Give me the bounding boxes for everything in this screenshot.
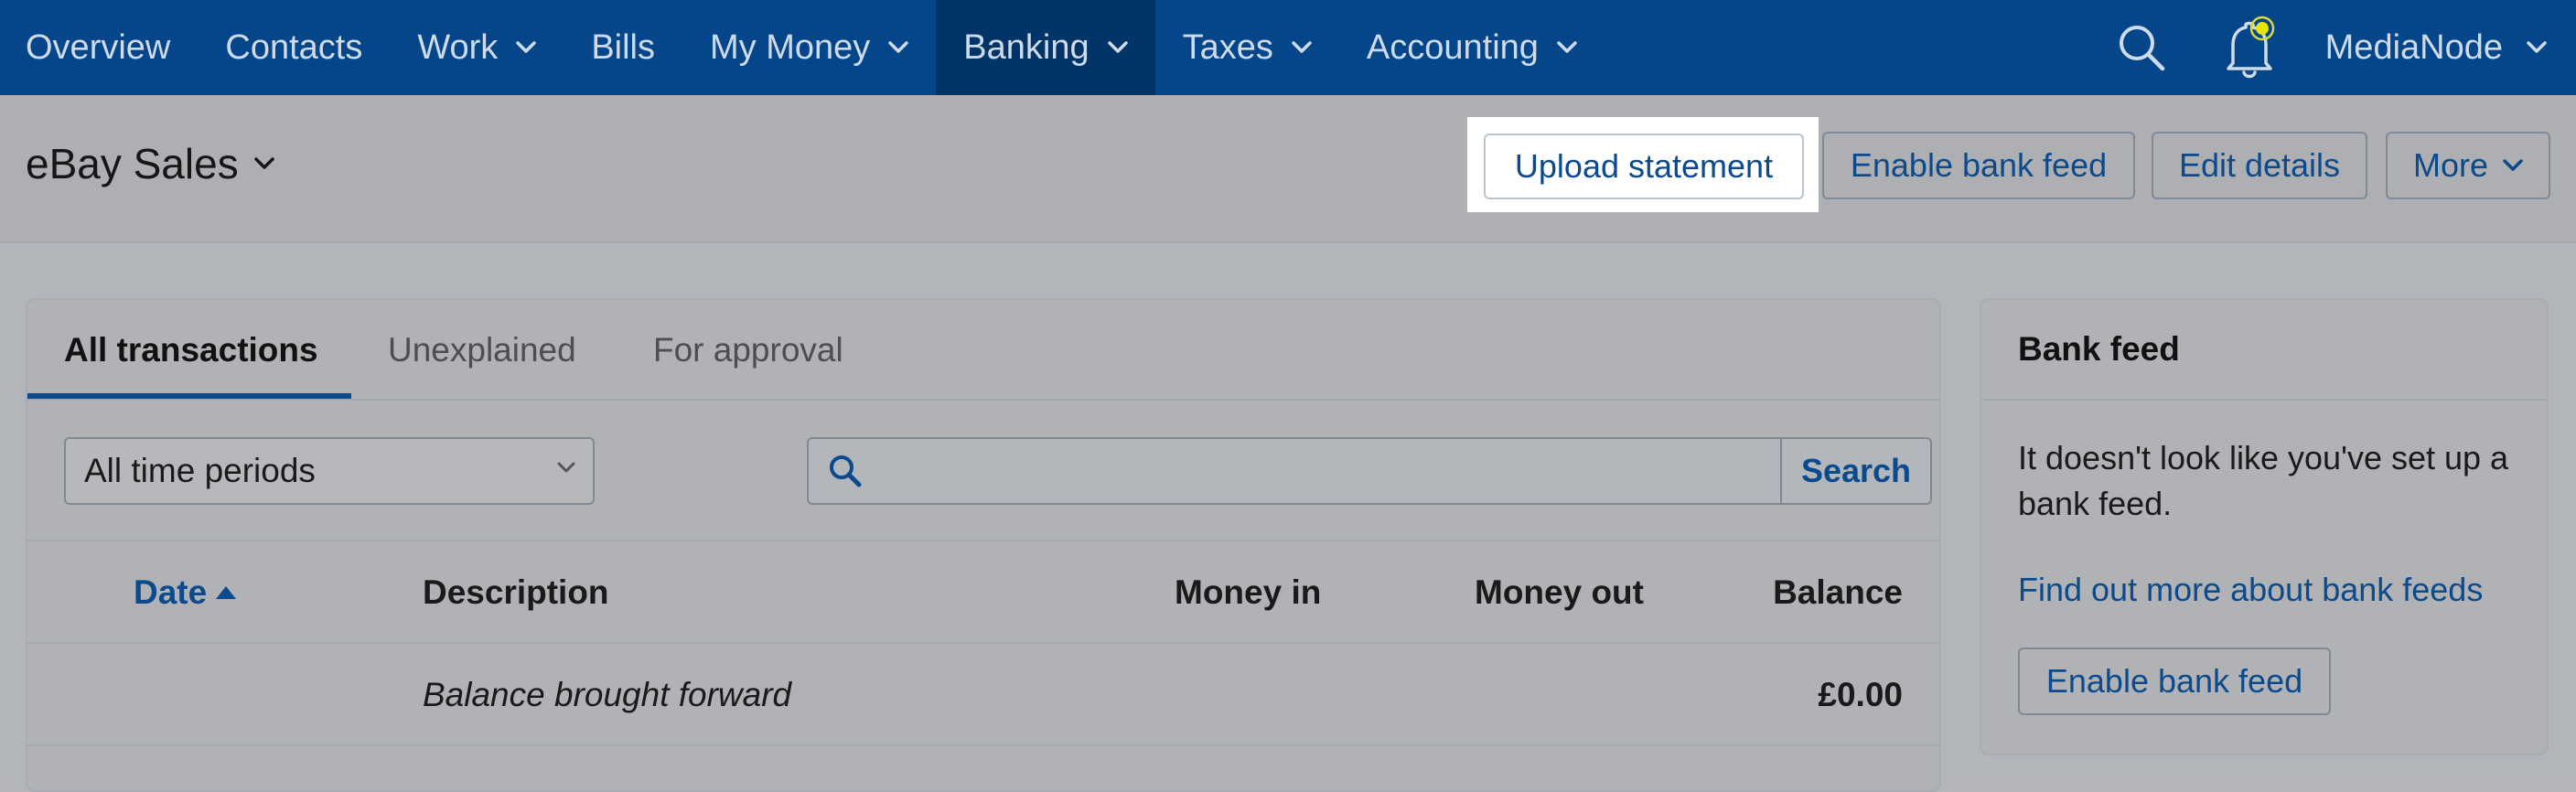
upload-statement-button[interactable]: Upload statement [1484,134,1804,199]
enable-bank-feed-card-button[interactable]: Enable bank feed [2018,648,2331,715]
chevron-down-icon [1292,41,1312,54]
chevron-down-icon [1107,41,1128,54]
tab-unexplained[interactable]: Unexplained [388,300,576,401]
bank-feed-info-link[interactable]: Find out more about bank feeds [2018,571,2483,609]
tab-all-transactions[interactable]: All transactions [64,300,318,401]
page-header: eBay Sales Upload statement Enable bank … [0,95,2576,243]
filter-bar: All time periods Search [27,401,1939,541]
enable-bank-feed-button[interactable]: Enable bank feed [1822,132,2135,199]
row-balance: £0.00 [1818,676,1903,713]
search-icon [809,439,882,503]
search-input[interactable] [882,439,1780,503]
nav-right-group: MediaNode [2111,0,2576,95]
transaction-tabs: All transactions Unexplained For approva… [27,300,1939,401]
nav-item-label: Accounting [1366,27,1539,67]
chevron-down-icon [516,41,537,54]
nav-item-overview[interactable]: Overview [0,0,198,95]
column-header-date[interactable]: Date [134,541,238,644]
table-header: Date Description Money in Money out Bala… [27,541,1939,644]
active-tab-indicator [27,393,351,399]
bank-feed-message: It doesn't look like you've set up a ban… [2018,439,2509,522]
bell-icon[interactable] [2217,0,2281,95]
chevron-down-icon [556,461,576,474]
nav-item-label: Bills [591,27,655,67]
nav-item-bills[interactable]: Bills [564,0,682,95]
chevron-down-icon [2527,41,2547,54]
chevron-down-icon [888,41,909,54]
column-header-money-out: Money out [1475,573,1644,611]
nav-item-label: Banking [963,27,1089,67]
edit-details-button[interactable]: Edit details [2152,132,2367,199]
nav-item-label: Taxes [1182,27,1273,67]
search-box: Search [807,437,1932,505]
nav-item-accounting[interactable]: Accounting [1339,0,1605,95]
user-name: MediaNode [2324,27,2503,67]
chevron-down-icon [2503,159,2523,172]
nav-item-taxes[interactable]: Taxes [1155,0,1339,95]
nav-item-my-money[interactable]: My Money [682,0,936,95]
nav-item-label: Overview [26,27,171,67]
row-description: Balance brought forward [423,676,792,713]
user-menu[interactable]: MediaNode [2325,28,2576,68]
nav-item-work[interactable]: Work [390,0,564,95]
chevron-down-icon [253,156,275,171]
bank-feed-title: Bank feed [1981,300,2547,401]
account-selector[interactable]: eBay Sales [26,139,275,188]
column-header-description: Description [423,573,609,611]
nav-item-banking[interactable]: Banking [936,0,1155,95]
more-button[interactable]: More [2386,132,2550,199]
chevron-down-icon [1557,41,1577,54]
nav-item-label: Work [417,27,499,67]
table-row: Balance brought forward £0.00 [27,644,1939,746]
column-header-money-in: Money in [1175,573,1322,611]
nav-item-label: Contacts [225,27,363,67]
sort-ascending-icon [214,584,238,601]
period-select-value: All time periods [84,452,316,489]
page-title: eBay Sales [26,140,239,187]
bank-feed-card: Bank feed It doesn't look like you've se… [1980,298,2549,755]
nav-item-contacts[interactable]: Contacts [198,0,390,95]
nav-item-label: My Money [710,27,871,67]
top-navigation: Overview Contacts Work Bills My Money Ba… [0,0,2576,95]
period-select[interactable]: All time periods [64,437,595,505]
column-header-label: Date [134,573,208,611]
more-button-label: More [2412,146,2489,184]
tab-for-approval[interactable]: For approval [653,300,843,401]
search-button[interactable]: Search [1780,439,1930,503]
column-header-balance: Balance [1773,573,1903,611]
transactions-card: All transactions Unexplained For approva… [26,298,1941,792]
search-icon[interactable] [2111,0,2172,95]
